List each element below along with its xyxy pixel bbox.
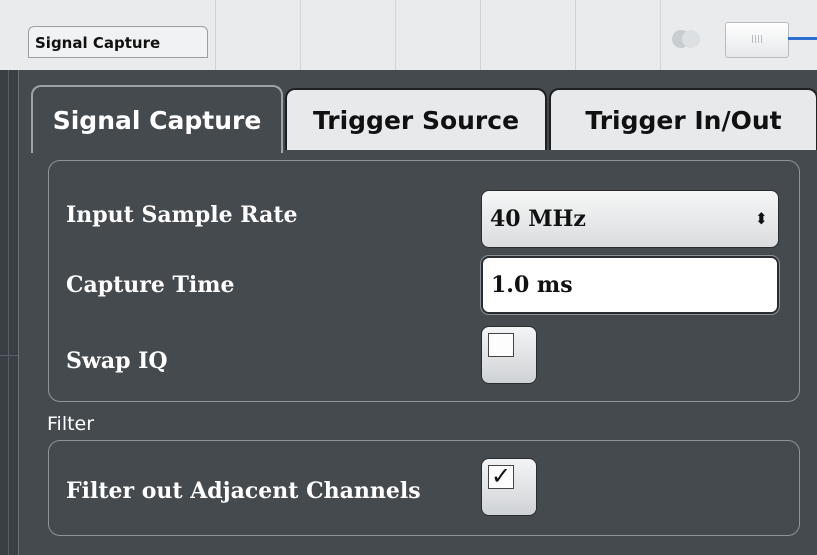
- signal-capture-dialog: Signal Capture Trigger Source Trigger In…: [18, 70, 817, 555]
- filter-adjacent-checkbox-box: ✓: [488, 462, 514, 490]
- capture-time-label: Capture Time: [66, 272, 235, 298]
- tab-trigger-source[interactable]: Trigger Source: [285, 88, 547, 150]
- filter-adjacent-label: Filter out Adjacent Channels: [66, 478, 421, 504]
- sample-rate-select[interactable]: 40 MHz ⬍: [481, 190, 779, 248]
- sample-rate-label: Input Sample Rate: [66, 202, 298, 228]
- minimize-icon[interactable]: [672, 30, 704, 50]
- tab-signal-capture[interactable]: Signal Capture: [31, 85, 283, 153]
- tab-trigger-in-out[interactable]: Trigger In/Out: [549, 88, 817, 150]
- swap-iq-label: Swap IQ: [66, 348, 168, 374]
- accent-line: [788, 37, 817, 40]
- window-handle[interactable]: [725, 22, 789, 58]
- up-down-arrows-icon: ⬍: [754, 209, 768, 228]
- window-title: Signal Capture: [28, 26, 208, 58]
- swap-iq-checkbox[interactable]: [481, 326, 537, 384]
- filter-section-label: Filter: [47, 413, 95, 435]
- filter-adjacent-checkbox[interactable]: ✓: [481, 458, 537, 516]
- grip-icon: [752, 35, 762, 43]
- swap-iq-checkbox-box: [488, 333, 514, 357]
- capture-time-input[interactable]: 1.0 ms: [481, 256, 779, 314]
- window-title-bar: Signal Capture: [0, 0, 817, 70]
- checkmark-icon: ✓: [491, 462, 512, 490]
- sample-rate-value: 40 MHz: [490, 206, 586, 232]
